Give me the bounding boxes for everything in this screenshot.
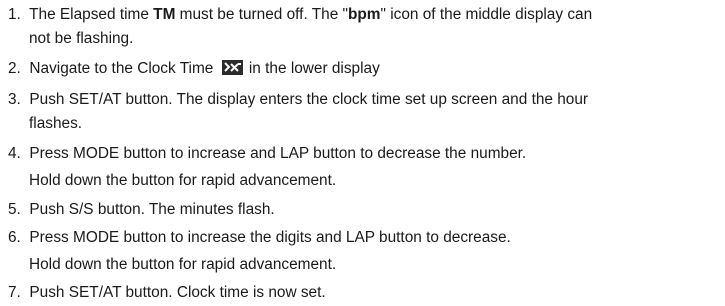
- step-text: Press MODE button to increase the digits…: [29, 229, 511, 246]
- step-4-continuation: Hold down the button for rapid advanceme…: [29, 172, 337, 189]
- step-3-continuation: flashes.: [29, 115, 83, 132]
- step-text-part: Navigate to the Clock Time: [29, 60, 214, 77]
- instruction-list: 1. The Elapsed time TM must be turned of…: [0, 0, 725, 306]
- step-text: Press MODE button to increase and LAP bu…: [29, 145, 527, 162]
- step-4: 4. Press MODE button to increase and LAP…: [8, 145, 526, 163]
- step-text-bold: TM: [153, 6, 176, 23]
- step-3: 3. Push SET/AT button. The display enter…: [8, 91, 588, 109]
- step-5: 5. Push S/S button. The minutes flash.: [8, 201, 275, 219]
- step-text-part: in the lower display: [248, 60, 380, 77]
- step-text: Push SET/AT button. Clock time is now se…: [29, 284, 326, 301]
- step-7: 7. Push SET/AT button. Clock time is now…: [8, 284, 326, 302]
- step-6-continuation: Hold down the button for rapid advanceme…: [29, 256, 337, 273]
- step-number: 1.: [8, 6, 26, 23]
- step-text: The Elapsed time TM must be turned off. …: [29, 6, 592, 23]
- step-number: 4.: [8, 145, 26, 162]
- step-1-continuation: not be flashing.: [29, 30, 134, 47]
- step-text-part: " icon of the middle display can: [380, 6, 593, 23]
- step-2: 2. Navigate to the Clock Time in the low…: [8, 60, 380, 78]
- step-6: 6. Press MODE button to increase the dig…: [8, 229, 511, 247]
- step-number: 3.: [8, 91, 26, 108]
- step-text-part: The Elapsed time: [29, 6, 154, 23]
- step-text: Push S/S button. The minutes flash.: [29, 201, 275, 218]
- clock-time-icon: [221, 60, 243, 75]
- step-number: 2.: [8, 60, 26, 77]
- step-number: 7.: [8, 284, 26, 301]
- step-number: 5.: [8, 201, 26, 218]
- step-number: 6.: [8, 229, 26, 246]
- step-text-bold: bpm: [348, 6, 381, 23]
- step-text: Push SET/AT button. The display enters t…: [29, 91, 589, 108]
- step-1: 1. The Elapsed time TM must be turned of…: [8, 6, 592, 24]
- step-text-part: must be turned off. The ": [175, 6, 348, 23]
